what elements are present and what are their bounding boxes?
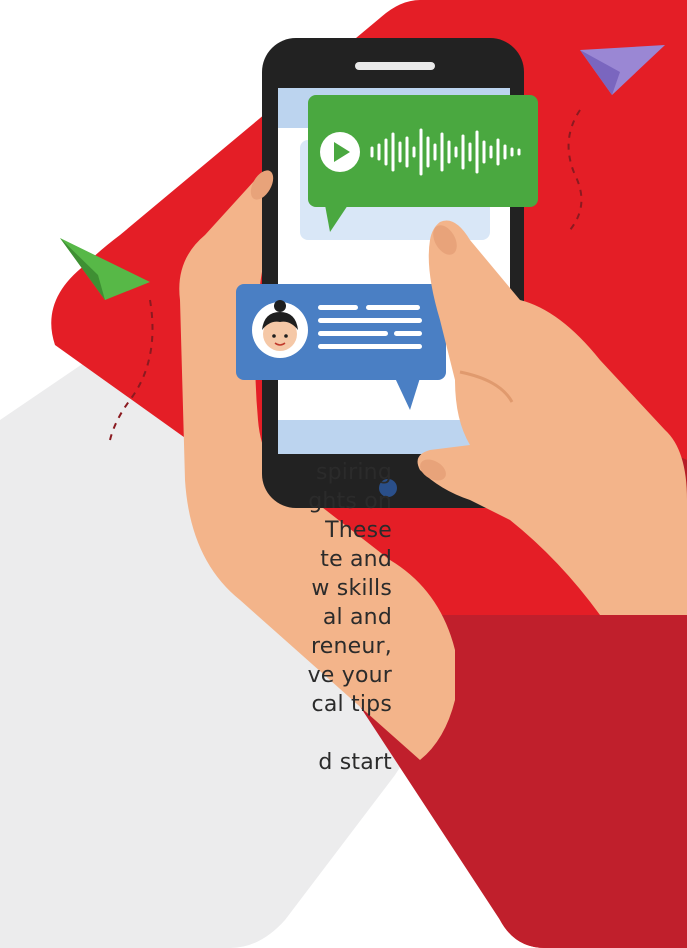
article-line: cal tips: [311, 692, 392, 717]
article-line: reneur,: [311, 634, 392, 659]
article-line: spiring: [315, 460, 392, 485]
article-line: al and: [322, 605, 392, 630]
article-line: te and: [320, 547, 392, 572]
article-text: spiring ghts on These te and w skills al…: [0, 458, 392, 777]
article-line: ghts on: [308, 489, 392, 514]
article-line: w skills: [311, 576, 392, 601]
article-line: d start: [318, 750, 392, 775]
article-line: These: [325, 518, 392, 543]
article-line: ve your: [307, 663, 392, 688]
